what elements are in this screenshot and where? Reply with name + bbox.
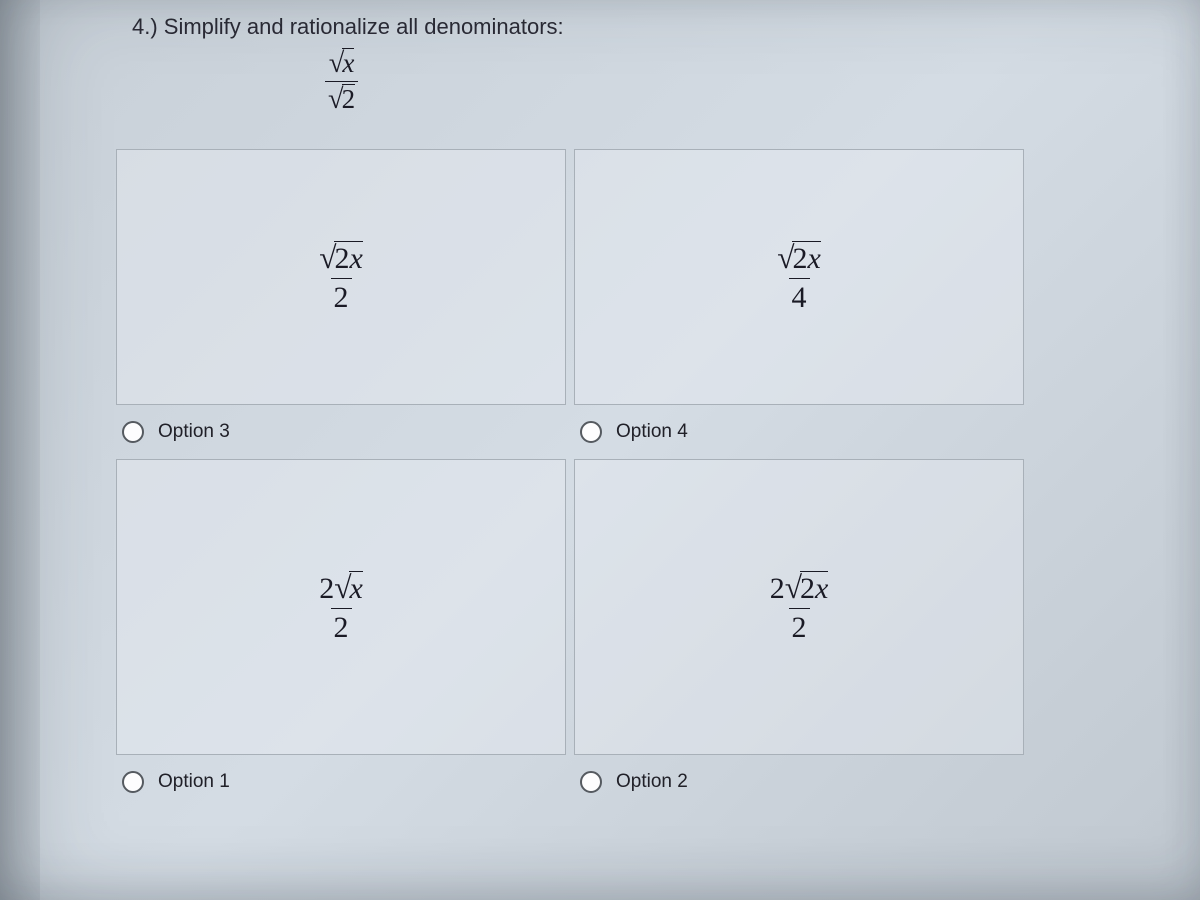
option-box-1[interactable]: 2x 2: [116, 459, 566, 755]
option-label: Option 4: [616, 421, 688, 443]
options-grid: 2x 2 Option 3 2x 4 Option 4: [116, 149, 1150, 809]
opt4-denom: 4: [789, 278, 810, 314]
opt1-denom: 2: [331, 608, 352, 644]
option-box-2[interactable]: 22x 2: [574, 459, 1024, 755]
opt2-pre: 2: [770, 572, 785, 605]
opt2-denom: 2: [789, 608, 810, 644]
option-cell-3: 2x 2 Option 3: [116, 149, 566, 459]
option-row-3[interactable]: Option 3: [116, 405, 566, 459]
photo-edge: [0, 0, 40, 900]
option-cell-4: 2x 4 Option 4: [574, 149, 1024, 459]
option-row-4[interactable]: Option 4: [574, 405, 1024, 459]
option-row-1[interactable]: Option 1: [116, 755, 566, 809]
opt1-pre: 2: [319, 572, 334, 605]
question-page: 4.) Simplify and rationalize all denomin…: [40, 0, 1190, 900]
radio-icon[interactable]: [580, 421, 602, 443]
radio-icon[interactable]: [122, 421, 144, 443]
main-numerator: x: [342, 48, 354, 79]
question-expression: x 2: [325, 48, 1150, 115]
radio-icon[interactable]: [580, 771, 602, 793]
option-box-4[interactable]: 2x 4: [574, 149, 1024, 405]
option-label: Option 3: [158, 421, 230, 443]
radio-icon[interactable]: [122, 771, 144, 793]
main-denominator: 2: [342, 84, 356, 115]
option-cell-2: 22x 2 Option 2: [574, 459, 1024, 809]
opt3-denom: 2: [331, 278, 352, 314]
question-prompt: 4.) Simplify and rationalize all denomin…: [132, 14, 1150, 40]
opt1-rad: x: [349, 571, 362, 605]
option-row-2[interactable]: Option 2: [574, 755, 1024, 809]
option-label: Option 1: [158, 771, 230, 793]
option-cell-1: 2x 2 Option 1: [116, 459, 566, 809]
option-box-3[interactable]: 2x 2: [116, 149, 566, 405]
option-label: Option 2: [616, 771, 688, 793]
